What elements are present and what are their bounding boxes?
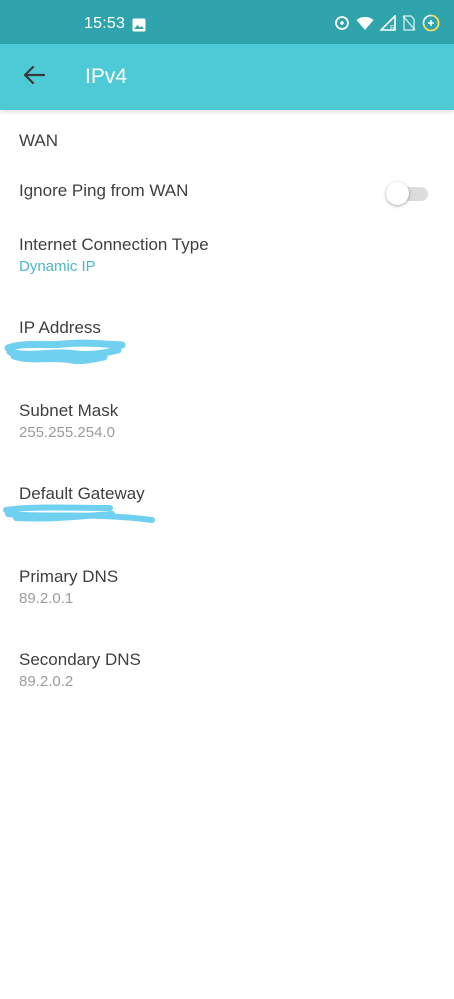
secondary-dns-value: 89.2.0.2 bbox=[19, 673, 74, 690]
secondary-dns-field: Secondary DNS 89.2.0.2 bbox=[0, 650, 454, 710]
ignore-ping-row: Ignore Ping from WAN bbox=[0, 170, 454, 214]
subnet-mask-value: 255.255.254.0 bbox=[19, 424, 115, 441]
secondary-dns-label: Secondary DNS bbox=[19, 650, 141, 669]
no-sim-icon bbox=[402, 15, 416, 31]
subnet-mask-label: Subnet Mask bbox=[19, 401, 119, 420]
page-title: IPv4 bbox=[85, 65, 128, 88]
connection-type-label: Internet Connection Type bbox=[19, 235, 209, 254]
connection-type-field[interactable]: Internet Connection Type Dynamic IP bbox=[0, 235, 454, 295]
subnet-mask-field: Subnet Mask 255.255.254.0 bbox=[0, 401, 454, 461]
ip-address-label: IP Address bbox=[19, 318, 101, 337]
status-icons: R bbox=[334, 14, 440, 32]
toggle-thumb bbox=[386, 182, 409, 205]
gallery-icon bbox=[132, 18, 146, 37]
status-bar: 15:53 R bbox=[0, 0, 454, 44]
svg-text:R: R bbox=[390, 25, 395, 31]
ip-address-field: IP Address bbox=[0, 318, 454, 378]
app-bar: IPv4 bbox=[0, 44, 454, 110]
signal-icon: R bbox=[380, 15, 396, 31]
primary-dns-value: 89.2.0.1 bbox=[19, 590, 74, 607]
primary-dns-field: Primary DNS 89.2.0.1 bbox=[0, 567, 454, 627]
primary-dns-label: Primary DNS bbox=[19, 567, 119, 586]
section-title-wan: WAN bbox=[19, 131, 59, 150]
connection-type-value: Dynamic IP bbox=[19, 258, 96, 275]
wifi-icon bbox=[356, 16, 374, 31]
status-time: 15:53 bbox=[84, 15, 126, 32]
ignore-ping-label: Ignore Ping from WAN bbox=[19, 181, 189, 200]
arrow-back-icon bbox=[23, 65, 46, 90]
back-button[interactable] bbox=[14, 58, 54, 96]
default-gateway-field: Default Gateway bbox=[0, 484, 454, 544]
data-saver-icon bbox=[334, 15, 350, 31]
ignore-ping-toggle[interactable] bbox=[386, 182, 428, 205]
battery-icon bbox=[422, 14, 440, 32]
default-gateway-label: Default Gateway bbox=[19, 484, 145, 503]
